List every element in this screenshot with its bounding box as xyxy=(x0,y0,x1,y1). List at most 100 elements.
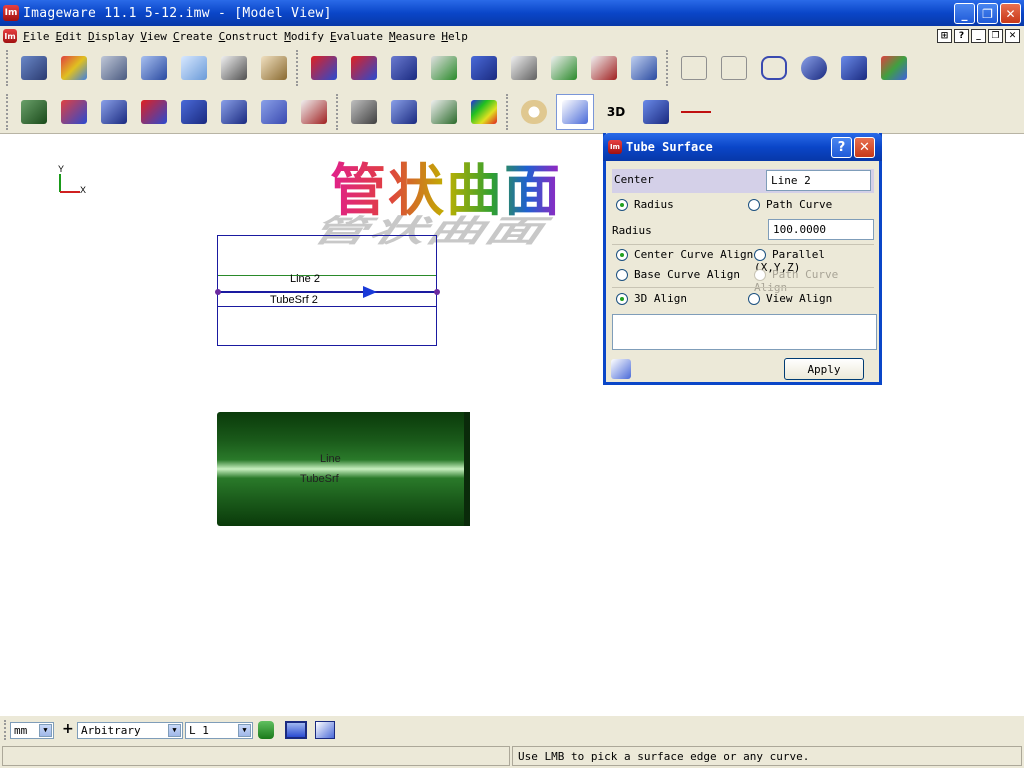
surface-offset-icon[interactable] xyxy=(506,50,542,86)
toolbar-grip[interactable] xyxy=(6,93,10,130)
grid-surface-icon[interactable] xyxy=(216,94,252,130)
mdi-close-button[interactable]: ✕ xyxy=(1005,29,1020,43)
mdi-minimize-button[interactable]: _ xyxy=(971,29,986,43)
mdi-restore-button[interactable]: ❐ xyxy=(988,29,1003,43)
toolbar-grip[interactable] xyxy=(296,50,300,86)
frame-icon[interactable] xyxy=(176,94,212,130)
mdi-help-button[interactable]: ? xyxy=(954,29,969,43)
menu-construct[interactable]: Construct xyxy=(219,30,285,43)
menu-help[interactable]: Help xyxy=(441,30,474,43)
layer-select[interactable]: L 1 ▼ xyxy=(185,722,253,739)
minimize-button[interactable]: _ xyxy=(954,3,975,24)
toolbar-grip[interactable] xyxy=(336,93,340,130)
surface-green-icon[interactable] xyxy=(16,94,52,130)
restore-button[interactable]: ❐ xyxy=(977,3,998,24)
surface-flag-icon[interactable] xyxy=(638,94,674,130)
view-align-option[interactable]: View Align xyxy=(748,292,832,305)
pen-tool-icon[interactable] xyxy=(256,94,292,130)
view-align-radio[interactable] xyxy=(748,293,760,305)
surface-blue-icon[interactable] xyxy=(306,50,342,86)
dialog-close-button[interactable]: ✕ xyxy=(854,137,875,158)
plane-icon[interactable] xyxy=(836,50,872,86)
capsule-icon[interactable] xyxy=(796,50,832,86)
toolbar-grip[interactable] xyxy=(506,93,510,130)
statusbar-grip[interactable] xyxy=(4,720,8,740)
menu-create[interactable]: Create xyxy=(173,30,219,43)
curve-wave-icon[interactable] xyxy=(556,93,594,130)
close-window-button[interactable]: ✕ xyxy=(1000,3,1021,24)
surface-boundary-icon[interactable] xyxy=(466,50,502,86)
fillet-icon[interactable] xyxy=(346,94,382,130)
surface-loft-icon[interactable] xyxy=(426,50,462,86)
point-cloud-icon[interactable] xyxy=(216,50,252,86)
3d-label-icon[interactable]: 3D xyxy=(598,94,634,130)
chevron-down-icon[interactable]: ▼ xyxy=(39,724,52,737)
3d-align-option[interactable]: 3D Align xyxy=(616,292,687,305)
chevron-down-icon[interactable]: ▼ xyxy=(238,724,251,737)
wire-frame-icon[interactable] xyxy=(716,50,752,86)
surface-edit-icon[interactable] xyxy=(136,50,172,86)
center-curve-align-radio[interactable] xyxy=(616,249,628,261)
menu-evaluate[interactable]: Evaluate xyxy=(330,30,389,43)
mdi-tile-button[interactable]: ⊞ xyxy=(937,29,952,43)
surface-diamond-icon[interactable] xyxy=(346,50,382,86)
network-icon[interactable] xyxy=(756,50,792,86)
base-curve-align-radio[interactable] xyxy=(616,269,628,281)
dialog-titlebar[interactable]: Im Tube Surface ? ✕ xyxy=(603,133,882,161)
inspect-icon[interactable] xyxy=(96,50,132,86)
surface-extend-icon[interactable] xyxy=(546,50,582,86)
wire-box-icon[interactable] xyxy=(676,50,712,86)
parallel-radio[interactable] xyxy=(754,249,766,261)
view-plane-icon[interactable] xyxy=(315,721,335,739)
radius-radio[interactable] xyxy=(616,199,628,211)
layer-icon[interactable] xyxy=(386,94,422,130)
radius-input[interactable]: 100.0000 xyxy=(768,219,874,240)
tube-surface-shaded[interactable]: Line TubeSrf xyxy=(217,412,470,526)
line-segment-icon[interactable] xyxy=(678,94,714,130)
axes-icon[interactable] xyxy=(876,50,912,86)
dialog-help-button[interactable]: ? xyxy=(831,137,852,158)
open-folder-icon[interactable] xyxy=(16,50,52,86)
stack-icon[interactable] xyxy=(96,94,132,130)
mesh-cup-icon[interactable] xyxy=(256,50,292,86)
trim-icon[interactable] xyxy=(56,94,92,130)
surface-sweep-icon[interactable] xyxy=(386,50,422,86)
palette-icon[interactable] xyxy=(516,94,552,130)
plus-icon[interactable]: + xyxy=(62,721,74,737)
center-curve-field[interactable]: Line 2 xyxy=(766,170,871,191)
cube-icon[interactable] xyxy=(176,50,212,86)
menu-display[interactable]: Display xyxy=(88,30,140,43)
menu-edit[interactable]: Edit xyxy=(56,30,89,43)
axis-x-label: X xyxy=(80,185,87,195)
slab-icon[interactable] xyxy=(426,94,462,130)
units-select[interactable]: mm ▼ xyxy=(10,722,54,739)
color-gradient-icon[interactable] xyxy=(466,94,502,130)
toolbar-grip[interactable] xyxy=(666,50,670,86)
section-icon[interactable] xyxy=(296,94,332,130)
apply-button[interactable]: Apply xyxy=(784,358,864,380)
3d-align-radio[interactable] xyxy=(616,293,628,305)
lock-icon[interactable] xyxy=(258,721,274,739)
radius-option[interactable]: Radius xyxy=(616,198,674,211)
center-curve-align-option[interactable]: Center Curve Align xyxy=(616,248,753,261)
path-curve-radio[interactable] xyxy=(748,199,760,211)
normal-arrow-icon[interactable] xyxy=(136,94,172,130)
menu-app-icon[interactable]: Im xyxy=(3,29,17,43)
monitor-icon[interactable] xyxy=(285,721,307,739)
surface-cone-icon[interactable] xyxy=(586,50,622,86)
base-curve-align-option[interactable]: Base Curve Align xyxy=(616,268,740,281)
menu-modify[interactable]: Modify xyxy=(284,30,330,43)
toolbar-grip[interactable] xyxy=(6,50,10,86)
tube-surface-dialog: Im Tube Surface ? ✕ Center Line 2 Radius… xyxy=(603,133,882,385)
chevron-down-icon[interactable]: ▼ xyxy=(168,724,181,737)
menu-measure[interactable]: Measure xyxy=(389,30,441,43)
tube-wireframe[interactable]: Line 2 TubeSrf 2 xyxy=(215,235,440,346)
menu-view[interactable]: View xyxy=(140,30,173,43)
line-2-curve[interactable] xyxy=(215,285,441,299)
pyramid-icon[interactable] xyxy=(626,50,662,86)
construction-mode-select[interactable]: Arbitrary ▼ xyxy=(77,722,183,739)
imageware-app-icon[interactable]: Im xyxy=(3,5,19,21)
path-curve-option[interactable]: Path Curve xyxy=(748,198,832,211)
menu-file[interactable]: File xyxy=(23,30,56,43)
import-icon[interactable] xyxy=(56,50,92,86)
